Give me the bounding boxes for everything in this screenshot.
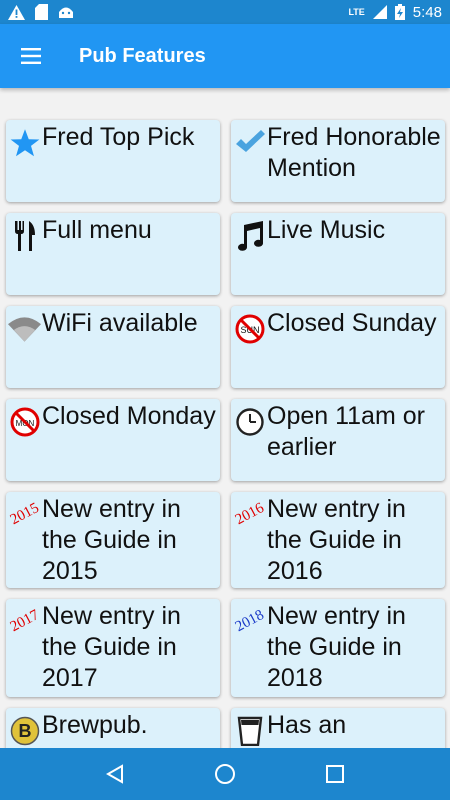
- back-button[interactable]: [91, 750, 139, 798]
- feature-label: Fred Honorable Mention: [267, 123, 441, 182]
- status-indicators: LTE 5:48: [348, 4, 442, 21]
- recents-square-icon: [326, 765, 344, 783]
- warning-icon: [8, 4, 25, 20]
- feature-label: Closed Sunday: [267, 309, 437, 337]
- battery-charging-icon: [394, 4, 405, 20]
- feature-label: New entry in the Guide in 2018: [267, 602, 406, 692]
- recents-button[interactable]: [311, 750, 359, 798]
- home-button[interactable]: [201, 750, 249, 798]
- brewpub-icon: B: [8, 714, 41, 747]
- feature-card-new-2016[interactable]: 2016 New entry in the Guide in 2016: [231, 492, 445, 588]
- year-2015-icon: 2015: [7, 499, 42, 529]
- feature-label: Closed Monday: [42, 402, 216, 430]
- sd-card-icon: [35, 4, 48, 20]
- feature-label: Live Music: [267, 216, 386, 244]
- clock-time: 5:48: [412, 3, 442, 21]
- hamburger-menu-icon: [21, 48, 41, 64]
- feature-card-fred-honorable-mention[interactable]: Fred Honorable Mention: [231, 120, 445, 202]
- page-title: Pub Features: [79, 44, 206, 67]
- feature-card-new-2017[interactable]: 2017 New entry in the Guide in 2017: [6, 599, 220, 697]
- feature-grid: Fred Top Pick Fred Honorable Mention Ful…: [0, 88, 450, 748]
- feature-label: Open 11am or earlier: [267, 402, 425, 461]
- feature-card-wifi[interactable]: WiFi available: [6, 306, 220, 388]
- feature-label: New entry in the Guide in 2015: [42, 495, 181, 585]
- feature-label: Fred Top Pick: [42, 123, 195, 151]
- signal-icon: [372, 5, 387, 19]
- feature-label: New entry in the Guide in 2016: [267, 495, 406, 585]
- star-icon: [8, 126, 41, 159]
- checkmark-icon: [233, 126, 266, 159]
- back-triangle-icon: [106, 764, 123, 784]
- wifi-icon: [8, 312, 41, 345]
- year-2018-icon: 2018: [232, 606, 267, 636]
- notification-icons: [8, 4, 74, 20]
- feature-card-full-menu[interactable]: Full menu: [6, 213, 220, 295]
- feature-card-brewpub[interactable]: B Brewpub.: [6, 708, 220, 748]
- feature-label: New entry in the Guide in 2017: [42, 602, 181, 692]
- home-circle-icon: [215, 764, 235, 784]
- system-navigation-bar: [0, 748, 450, 800]
- closed-monday-icon: MON: [8, 405, 41, 438]
- status-bar: LTE 5:48: [0, 0, 450, 24]
- feature-card-new-2015[interactable]: 2015 New entry in the Guide in 2015: [6, 492, 220, 588]
- glass-icon: [233, 714, 266, 747]
- feature-card-new-2018[interactable]: 2018 New entry in the Guide in 2018: [231, 599, 445, 697]
- android-icon: [59, 7, 73, 18]
- feature-card-live-music[interactable]: Live Music: [231, 213, 445, 295]
- menu-button[interactable]: [0, 24, 62, 88]
- feature-label: Brewpub.: [42, 711, 148, 739]
- feature-label: Full menu: [42, 216, 152, 244]
- clock-icon: [233, 405, 266, 438]
- network-type: LTE: [348, 7, 365, 17]
- feature-card-fred-top-pick[interactable]: Fred Top Pick: [6, 120, 220, 202]
- year-2016-icon: 2016: [232, 499, 267, 529]
- feature-card-closed-sunday[interactable]: SUN Closed Sunday: [231, 306, 445, 388]
- closed-sunday-icon: SUN: [233, 312, 266, 345]
- app-bar: Pub Features: [0, 24, 450, 88]
- feature-card-open-11am[interactable]: Open 11am or earlier: [231, 399, 445, 481]
- feature-card-has-an[interactable]: Has an: [231, 708, 445, 748]
- year-2017-icon: 2017: [7, 606, 42, 636]
- feature-card-closed-monday[interactable]: MON Closed Monday: [6, 399, 220, 481]
- feature-label: WiFi available: [42, 309, 198, 337]
- fork-knife-icon: [8, 219, 41, 252]
- svg-text:B: B: [18, 721, 31, 741]
- feature-label: Has an: [267, 711, 347, 739]
- music-note-icon: [233, 219, 266, 252]
